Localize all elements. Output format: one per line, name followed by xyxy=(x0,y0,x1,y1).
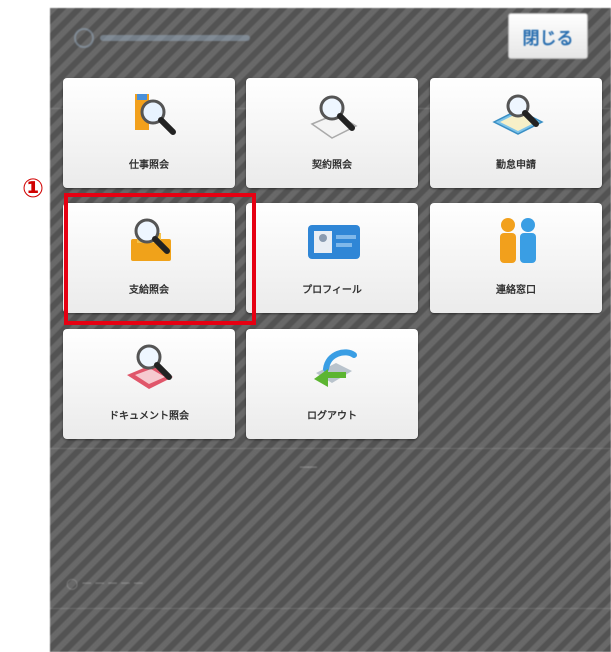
contact-people-icon xyxy=(500,218,536,263)
tile-attendance-request[interactable]: 勤怠申請 xyxy=(430,78,602,188)
background-ghost-text: ○ ─ ─ ─ ─ ─ xyxy=(66,576,143,592)
document-inquiry-icon xyxy=(127,344,173,389)
job-inquiry-icon xyxy=(135,94,176,135)
attendance-request-icon xyxy=(492,94,544,135)
app-logo xyxy=(74,26,264,50)
close-button[interactable]: 閉じる xyxy=(508,13,588,59)
company-logo-icon xyxy=(74,28,94,48)
tile-job-inquiry[interactable]: 仕事照会 xyxy=(63,78,235,188)
step-marker-1: ① xyxy=(22,174,45,204)
tile-document-inquiry[interactable]: ドキュメント照会 xyxy=(63,329,235,439)
background-divider xyxy=(50,608,611,609)
logout-icon xyxy=(314,349,357,387)
tile-label: 連絡窓口 xyxy=(496,285,536,296)
background-divider xyxy=(50,448,611,449)
logo-text xyxy=(100,35,250,41)
profile-card-icon xyxy=(308,225,360,259)
tile-label: ログアウト xyxy=(307,411,357,422)
contract-inquiry-icon xyxy=(310,95,358,139)
tile-contract-inquiry[interactable]: 契約照会 xyxy=(246,78,418,188)
tile-label: 契約照会 xyxy=(312,160,352,171)
background-ghost-text: ── xyxy=(300,460,317,476)
tile-logout[interactable]: ログアウト xyxy=(246,329,418,439)
tile-label: 仕事照会 xyxy=(129,160,169,171)
tile-label: ドキュメント照会 xyxy=(109,411,189,422)
tile-profile[interactable]: プロフィール xyxy=(246,203,418,313)
tile-contact-window[interactable]: 連絡窓口 xyxy=(430,203,602,313)
highlight-box xyxy=(64,193,256,325)
tile-label: 勤怠申請 xyxy=(496,160,536,171)
tile-label: プロフィール xyxy=(302,285,362,296)
